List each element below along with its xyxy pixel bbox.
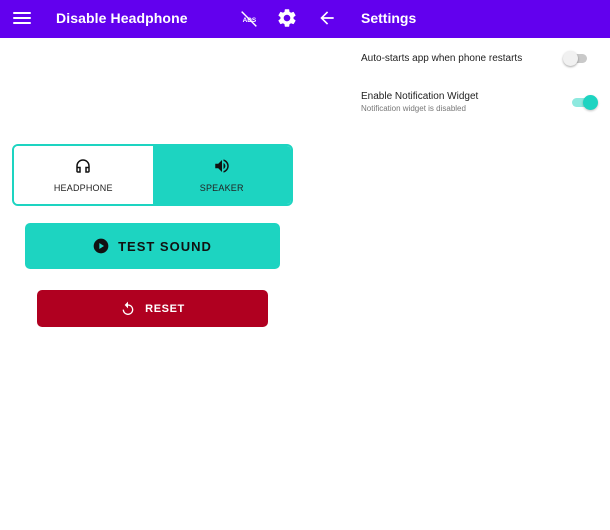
headphones-icon	[76, 159, 90, 173]
audio-output-toggle: HEADPHONE SPEAKER	[12, 144, 293, 206]
back-arrow-icon[interactable]	[317, 8, 337, 28]
speaker-icon	[215, 159, 229, 173]
auto-start-switch[interactable]	[563, 50, 591, 66]
gear-icon[interactable]	[276, 7, 298, 29]
restart-icon	[122, 301, 134, 315]
app-title: Disable Headphone	[56, 10, 188, 26]
menu-icon[interactable]	[13, 10, 31, 26]
ads-off-icon[interactable]: ADS	[238, 8, 260, 30]
headphone-label: HEADPHONE	[53, 183, 113, 193]
speaker-label: SPEAKER	[199, 183, 244, 193]
reset-label: RESET	[145, 302, 185, 315]
screen: Disable Headphone ADS Settings HEADPHONE…	[0, 0, 610, 530]
speaker-option[interactable]: SPEAKER	[152, 146, 291, 204]
reset-button[interactable]: RESET	[37, 290, 268, 327]
headphone-option[interactable]: HEADPHONE	[14, 146, 153, 204]
notification-widget-switch[interactable]	[570, 94, 598, 110]
settings-title: Settings	[361, 10, 417, 26]
test-sound-label: TEST SOUND	[118, 238, 212, 254]
app-bar: Disable Headphone ADS Settings	[0, 0, 610, 38]
test-sound-button[interactable]: TEST SOUND	[25, 223, 280, 269]
play-circle-icon	[93, 238, 109, 254]
